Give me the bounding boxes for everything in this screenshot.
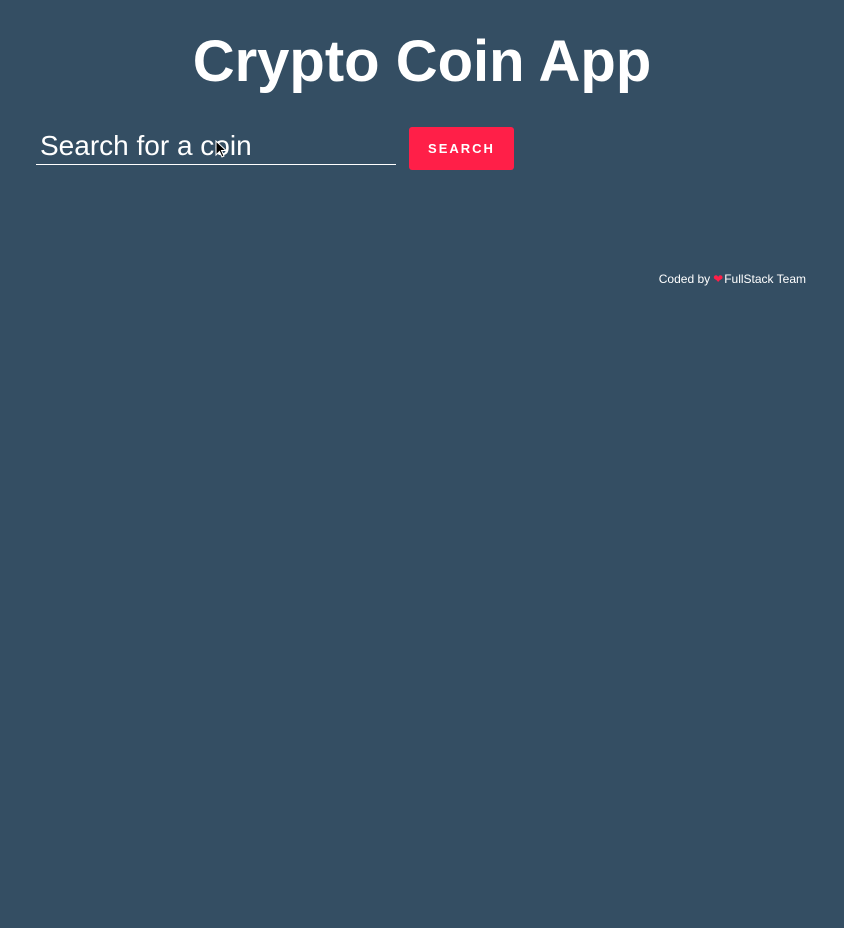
heart-icon: ❤	[713, 272, 724, 286]
app-page: Crypto Coin App SEARCH Coded by❤FullStac…	[0, 0, 844, 928]
page-title: Crypto Coin App	[192, 29, 652, 94]
footer-author: FullStack Team	[724, 272, 806, 286]
footer-credit: Coded by ❤FullStack Team	[659, 271, 806, 287]
mouse-cursor-icon	[215, 140, 227, 158]
footer-prefix: Coded by	[658, 272, 711, 286]
search-button[interactable]: SEARCH	[409, 127, 514, 170]
